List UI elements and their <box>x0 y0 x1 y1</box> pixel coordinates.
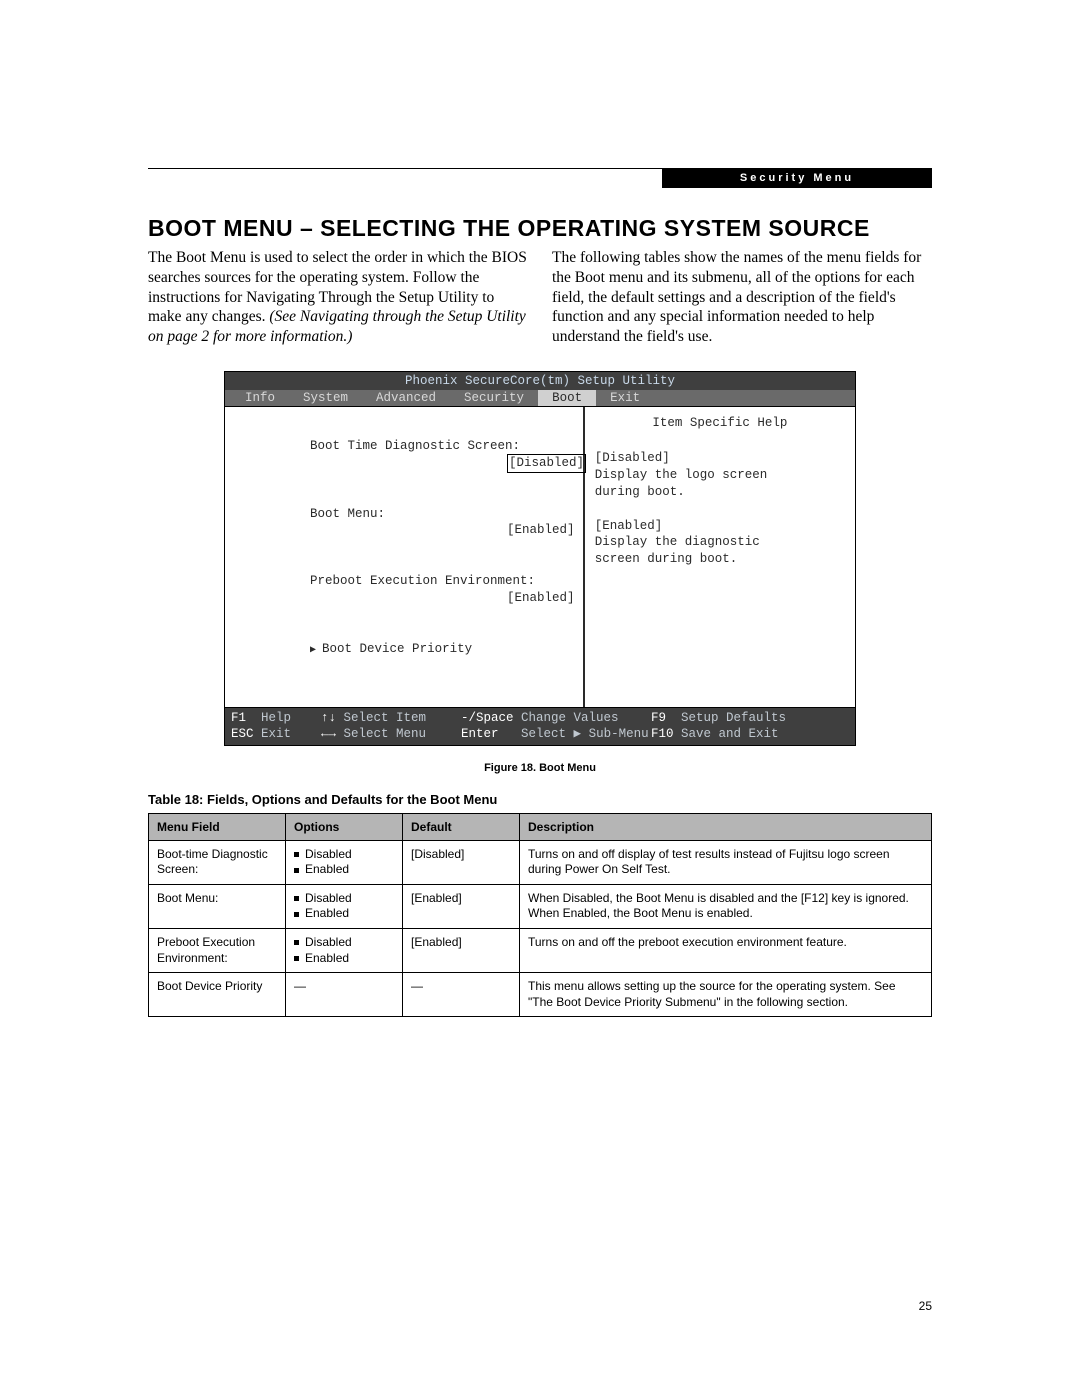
help-line: Display the logo screen <box>595 467 845 484</box>
cell-options: DisabledEnabled <box>286 884 403 928</box>
help-line: screen during boot. <box>595 551 845 568</box>
key-f9: F9 <box>651 711 666 725</box>
setting-value[interactable]: [Enabled] <box>507 590 575 607</box>
key-f10: F10 <box>651 727 674 741</box>
key-leftright: ←→ <box>321 727 336 741</box>
key-label: Exit <box>261 727 291 741</box>
cell-menu-field: Boot Device Priority <box>149 973 286 1017</box>
key-label: Select Menu <box>344 727 427 741</box>
bios-setting-diagnostic[interactable]: Boot Time Diagnostic Screen: [Disabled] <box>235 421 573 489</box>
table-row: Boot Menu:DisabledEnabled[Enabled]When D… <box>149 884 932 928</box>
cell-default: — <box>403 973 520 1017</box>
bios-submenu-boot-device-priority[interactable]: ▶ Boot Device Priority <box>235 624 573 675</box>
help-line: [Enabled] <box>595 518 845 535</box>
bios-title-bar: Phoenix SecureCore(tm) Setup Utility <box>225 372 855 390</box>
setting-label: Boot Menu: <box>310 507 385 521</box>
figure-caption: Figure 18. Boot Menu <box>148 762 932 774</box>
footer-row-2: ESC Exit ←→ Select Menu Enter Select ▶ Sub… <box>231 726 849 742</box>
th-menu-field: Menu Field <box>149 813 286 840</box>
key-label: Setup Defaults <box>681 711 786 725</box>
key-space: -/Space <box>461 711 514 725</box>
page-title: BOOT MENU – SELECTING THE OPERATING SYST… <box>148 215 932 242</box>
bios-help-panel: Item Specific Help [Disabled] Display th… <box>585 407 855 707</box>
setting-label: Boot Time Diagnostic Screen: <box>310 439 520 453</box>
bios-screenshot: Phoenix SecureCore(tm) Setup Utility Inf… <box>224 371 856 746</box>
cell-options: DisabledEnabled <box>286 840 403 884</box>
footer-row-1: F1 Help ↑↓ Select Item -/Space Change Valu… <box>231 710 849 726</box>
bios-tab-advanced[interactable]: Advanced <box>362 390 450 406</box>
table-row: Preboot Execution Environment:DisabledEn… <box>149 929 932 973</box>
key-enter: Enter <box>461 727 499 741</box>
cell-default: [Disabled] <box>403 840 520 884</box>
th-default: Default <box>403 813 520 840</box>
bios-tab-exit[interactable]: Exit <box>596 390 654 406</box>
cell-description: Turns on and off the preboot execution e… <box>520 929 932 973</box>
key-label: Save and Exit <box>681 727 779 741</box>
help-line: Display the diagnostic <box>595 534 845 551</box>
bios-setting-pxe[interactable]: Preboot Execution Environment: [Enabled] <box>235 556 573 624</box>
key-updown: ↑↓ <box>321 711 336 725</box>
cell-default: [Enabled] <box>403 929 520 973</box>
cell-description: When Disabled, the Boot Menu is disabled… <box>520 884 932 928</box>
bios-tab-info[interactable]: Info <box>231 390 289 406</box>
submenu-label: Boot Device Priority <box>322 642 472 656</box>
help-panel-title: Item Specific Help <box>595 415 845 432</box>
key-f1: F1 <box>231 711 246 725</box>
cell-options: DisabledEnabled <box>286 929 403 973</box>
table-row: Boot-time Diagnostic Screen:DisabledEnab… <box>149 840 932 884</box>
cell-menu-field: Boot Menu: <box>149 884 286 928</box>
cell-description: Turns on and off display of test results… <box>520 840 932 884</box>
triangle-right-icon: ▶ <box>310 645 322 656</box>
options-table: Menu Field Options Default Description B… <box>148 813 932 1018</box>
bios-setting-bootmenu[interactable]: Boot Menu: [Enabled] <box>235 489 573 557</box>
bios-footer: F1 Help ↑↓ Select Item -/Space Change Valu… <box>225 708 855 745</box>
page-number: 25 <box>919 1299 932 1313</box>
help-line: during boot. <box>595 484 845 501</box>
cell-default: [Enabled] <box>403 884 520 928</box>
table-title: Table 18: Fields, Options and Defaults f… <box>148 792 932 807</box>
cell-menu-field: Preboot Execution Environment: <box>149 929 286 973</box>
th-options: Options <box>286 813 403 840</box>
cell-options: — <box>286 973 403 1017</box>
intro-right-text: The following tables show the names of t… <box>552 248 932 347</box>
bios-tab-system[interactable]: System <box>289 390 362 406</box>
key-label: Help <box>261 711 291 725</box>
cell-description: This menu allows setting up the source f… <box>520 973 932 1017</box>
section-badge: Security Menu <box>662 168 932 188</box>
bios-tab-boot[interactable]: Boot <box>538 390 596 406</box>
table-row: Boot Device Priority——This menu allows s… <box>149 973 932 1017</box>
help-line: [Disabled] <box>595 450 845 467</box>
bios-settings-panel: Boot Time Diagnostic Screen: [Disabled] … <box>225 407 585 707</box>
bios-tab-security[interactable]: Security <box>450 390 538 406</box>
intro-columns: The Boot Menu is used to select the orde… <box>148 248 932 347</box>
key-label: Select Item <box>344 711 427 725</box>
bios-tab-bar: Info System Advanced Security Boot Exit <box>225 390 855 406</box>
key-label: Select ▶ Sub-Menu <box>521 727 649 741</box>
setting-label: Preboot Execution Environment: <box>310 574 535 588</box>
table-header-row: Menu Field Options Default Description <box>149 813 932 840</box>
th-description: Description <box>520 813 932 840</box>
key-esc: ESC <box>231 727 254 741</box>
setting-value[interactable]: [Enabled] <box>507 522 575 539</box>
key-label: Change Values <box>521 711 619 725</box>
cell-menu-field: Boot-time Diagnostic Screen: <box>149 840 286 884</box>
setting-value[interactable]: [Disabled] <box>507 454 586 473</box>
help-line <box>595 501 845 518</box>
